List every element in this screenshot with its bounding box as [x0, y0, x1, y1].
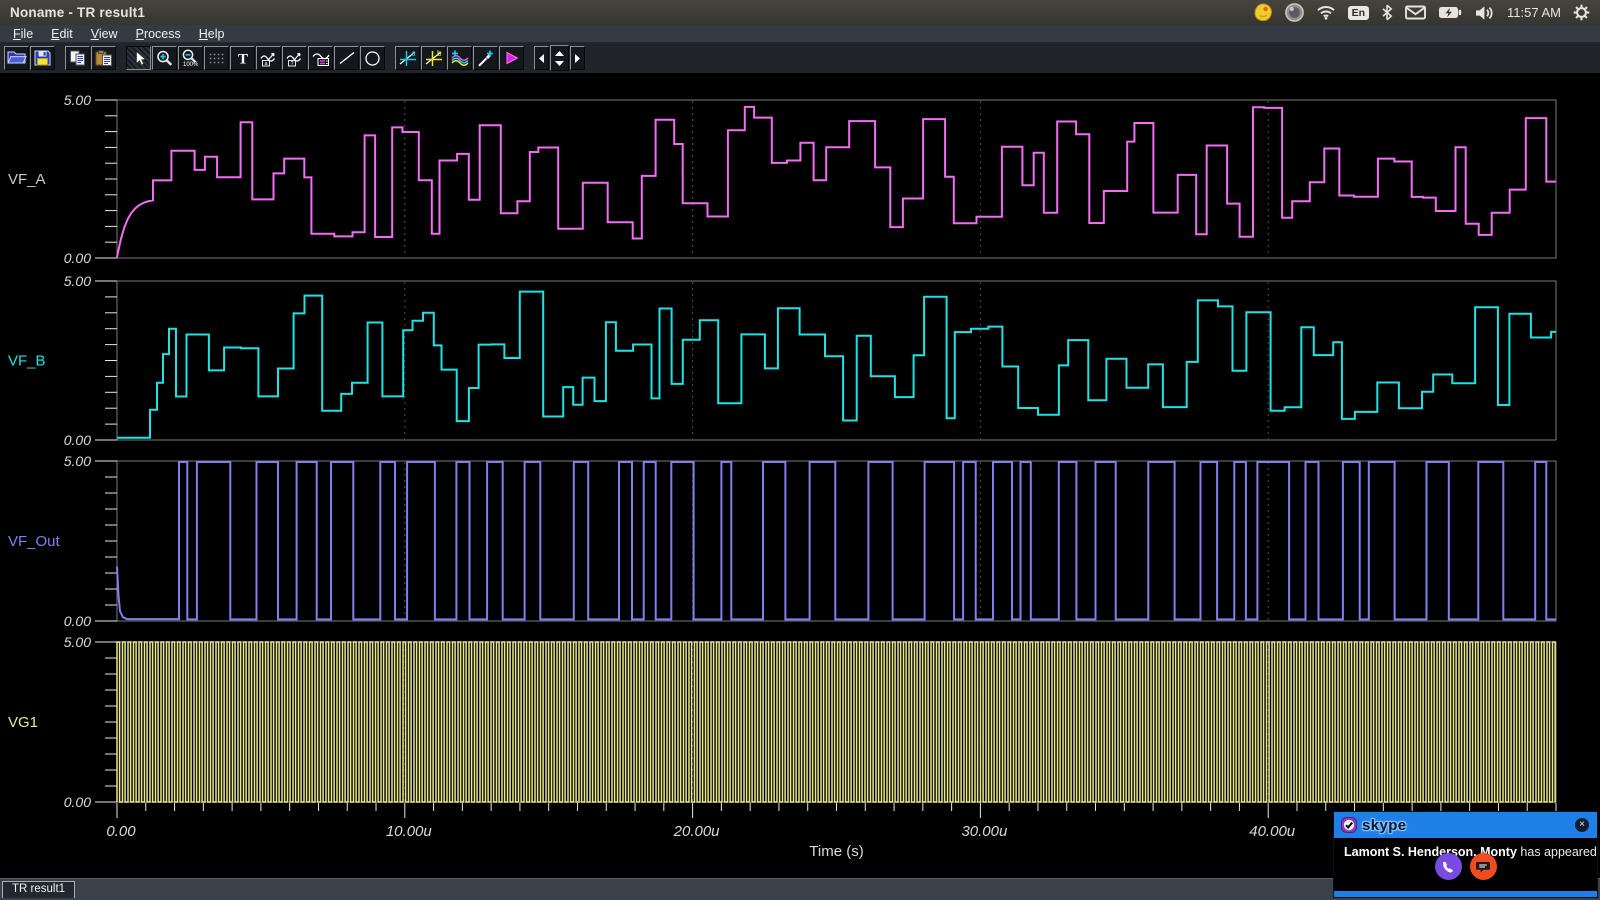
run-button[interactable] — [499, 46, 524, 70]
select-button[interactable] — [126, 46, 151, 70]
menu-view[interactable]: View — [82, 27, 127, 41]
add-curves-button[interactable] — [447, 46, 472, 70]
mail-icon[interactable] — [1405, 5, 1426, 20]
app-window: Noname - TR result1 En11:57 AM FileEditV… — [0, 0, 1600, 900]
tab-tr-result1[interactable]: TR result1 — [2, 881, 75, 898]
text-button[interactable]: T — [230, 46, 255, 70]
skype-notification: skype × Lamont S. Henderson, Monty has a… — [1333, 811, 1598, 898]
add-probe-button[interactable] — [473, 46, 498, 70]
page-next-button[interactable] — [570, 46, 585, 70]
call-button[interactable] — [1435, 853, 1462, 880]
ellipse-button[interactable] — [360, 46, 385, 70]
keyboard-layout-indicator[interactable]: En — [1348, 6, 1369, 20]
menubar: FileEditViewProcessHelp — [0, 25, 1600, 43]
paste-button[interactable] — [91, 46, 116, 70]
plot-area[interactable]: 5.00 0.00 VF_A 5.00 0.00 VF_B 5.00 0.00 VF_Out 5.… — [0, 74, 1600, 878]
skype-footer-bar — [1334, 891, 1597, 897]
system-tray: En 11:57 AM — [1253, 3, 1590, 22]
clock-text[interactable]: 11:57 AM — [1507, 5, 1561, 20]
x-tick-label: 40.00u — [1249, 823, 1296, 840]
battery-icon[interactable] — [1438, 6, 1462, 19]
bluetooth-icon[interactable] — [1381, 4, 1393, 21]
signal-label-VF_A: VF_A — [8, 171, 46, 188]
menu-process[interactable]: Process — [127, 27, 190, 41]
page-prev-button[interactable] — [534, 46, 549, 70]
skype-logo-text: skype — [1362, 817, 1407, 834]
open-button[interactable] — [4, 46, 29, 70]
menu-edit[interactable]: Edit — [42, 27, 82, 41]
chat-button[interactable] — [1470, 853, 1497, 880]
y-max-label-VF_Out: 5.00 — [64, 453, 91, 469]
x-tick-label: 30.00u — [961, 823, 1008, 840]
menu-help[interactable]: Help — [190, 27, 234, 41]
y-max-label-VF_B: 5.00 — [64, 273, 91, 289]
page-spinner[interactable] — [550, 45, 569, 71]
y-max-label-VF_A: 5.00 — [64, 92, 91, 108]
axis-b-button[interactable]: b — [421, 46, 446, 70]
signal-label-VF_B: VF_B — [8, 353, 46, 370]
x-axis-title: Time (s) — [809, 843, 863, 860]
app-sphere-icon[interactable] — [1285, 3, 1304, 22]
cursor-a-button[interactable]: a — [256, 46, 281, 70]
menu-file[interactable]: File — [4, 27, 42, 41]
grid-button[interactable] — [204, 46, 229, 70]
signal-label-VF_Out: VF_Out — [8, 533, 61, 550]
app-yellow-icon[interactable] — [1253, 3, 1273, 22]
line-button[interactable] — [334, 46, 359, 70]
x-tick-label: 0.00 — [106, 823, 136, 840]
skype-logo-icon — [1341, 817, 1357, 833]
axis-a-button[interactable]: a — [395, 46, 420, 70]
window-title: Noname - TR result1 — [10, 5, 145, 20]
session-gear-icon[interactable] — [1573, 4, 1590, 21]
svg-text:b: b — [437, 49, 442, 58]
wifi-icon[interactable] — [1316, 5, 1336, 20]
skype-actions — [1334, 853, 1597, 880]
y-min-label-VG1: 0.00 — [64, 794, 91, 810]
close-icon[interactable]: × — [1575, 818, 1589, 832]
x-tick-label: 20.00u — [673, 823, 721, 840]
zoom-in-button[interactable] — [152, 46, 177, 70]
volume-icon[interactable] — [1474, 5, 1495, 21]
y-min-label-VF_Out: 0.00 — [64, 613, 91, 629]
legend-button[interactable] — [308, 46, 333, 70]
y-min-label-VF_A: 0.00 — [64, 250, 91, 266]
signal-label-VG1: VG1 — [8, 714, 38, 731]
titlebar[interactable]: Noname - TR result1 En 11:57 AM — [0, 0, 1600, 25]
skype-header[interactable]: skype × — [1334, 812, 1597, 838]
svg-text:a: a — [411, 49, 416, 58]
svg-text:T: T — [237, 51, 247, 67]
copy-button[interactable] — [65, 46, 90, 70]
toolbar: 100% Ta? a b — [0, 43, 1600, 74]
save-button[interactable] — [30, 46, 55, 70]
zoom-100-button[interactable]: 100% — [178, 46, 203, 70]
x-tick-label: 10.00u — [386, 823, 433, 840]
y-min-label-VF_B: 0.00 — [64, 432, 91, 448]
y-max-label-VG1: 5.00 — [64, 634, 91, 650]
svg-text:100%: 100% — [183, 62, 199, 67]
svg-text:?: ? — [290, 61, 293, 67]
cursor-b-button[interactable]: ? — [282, 46, 307, 70]
